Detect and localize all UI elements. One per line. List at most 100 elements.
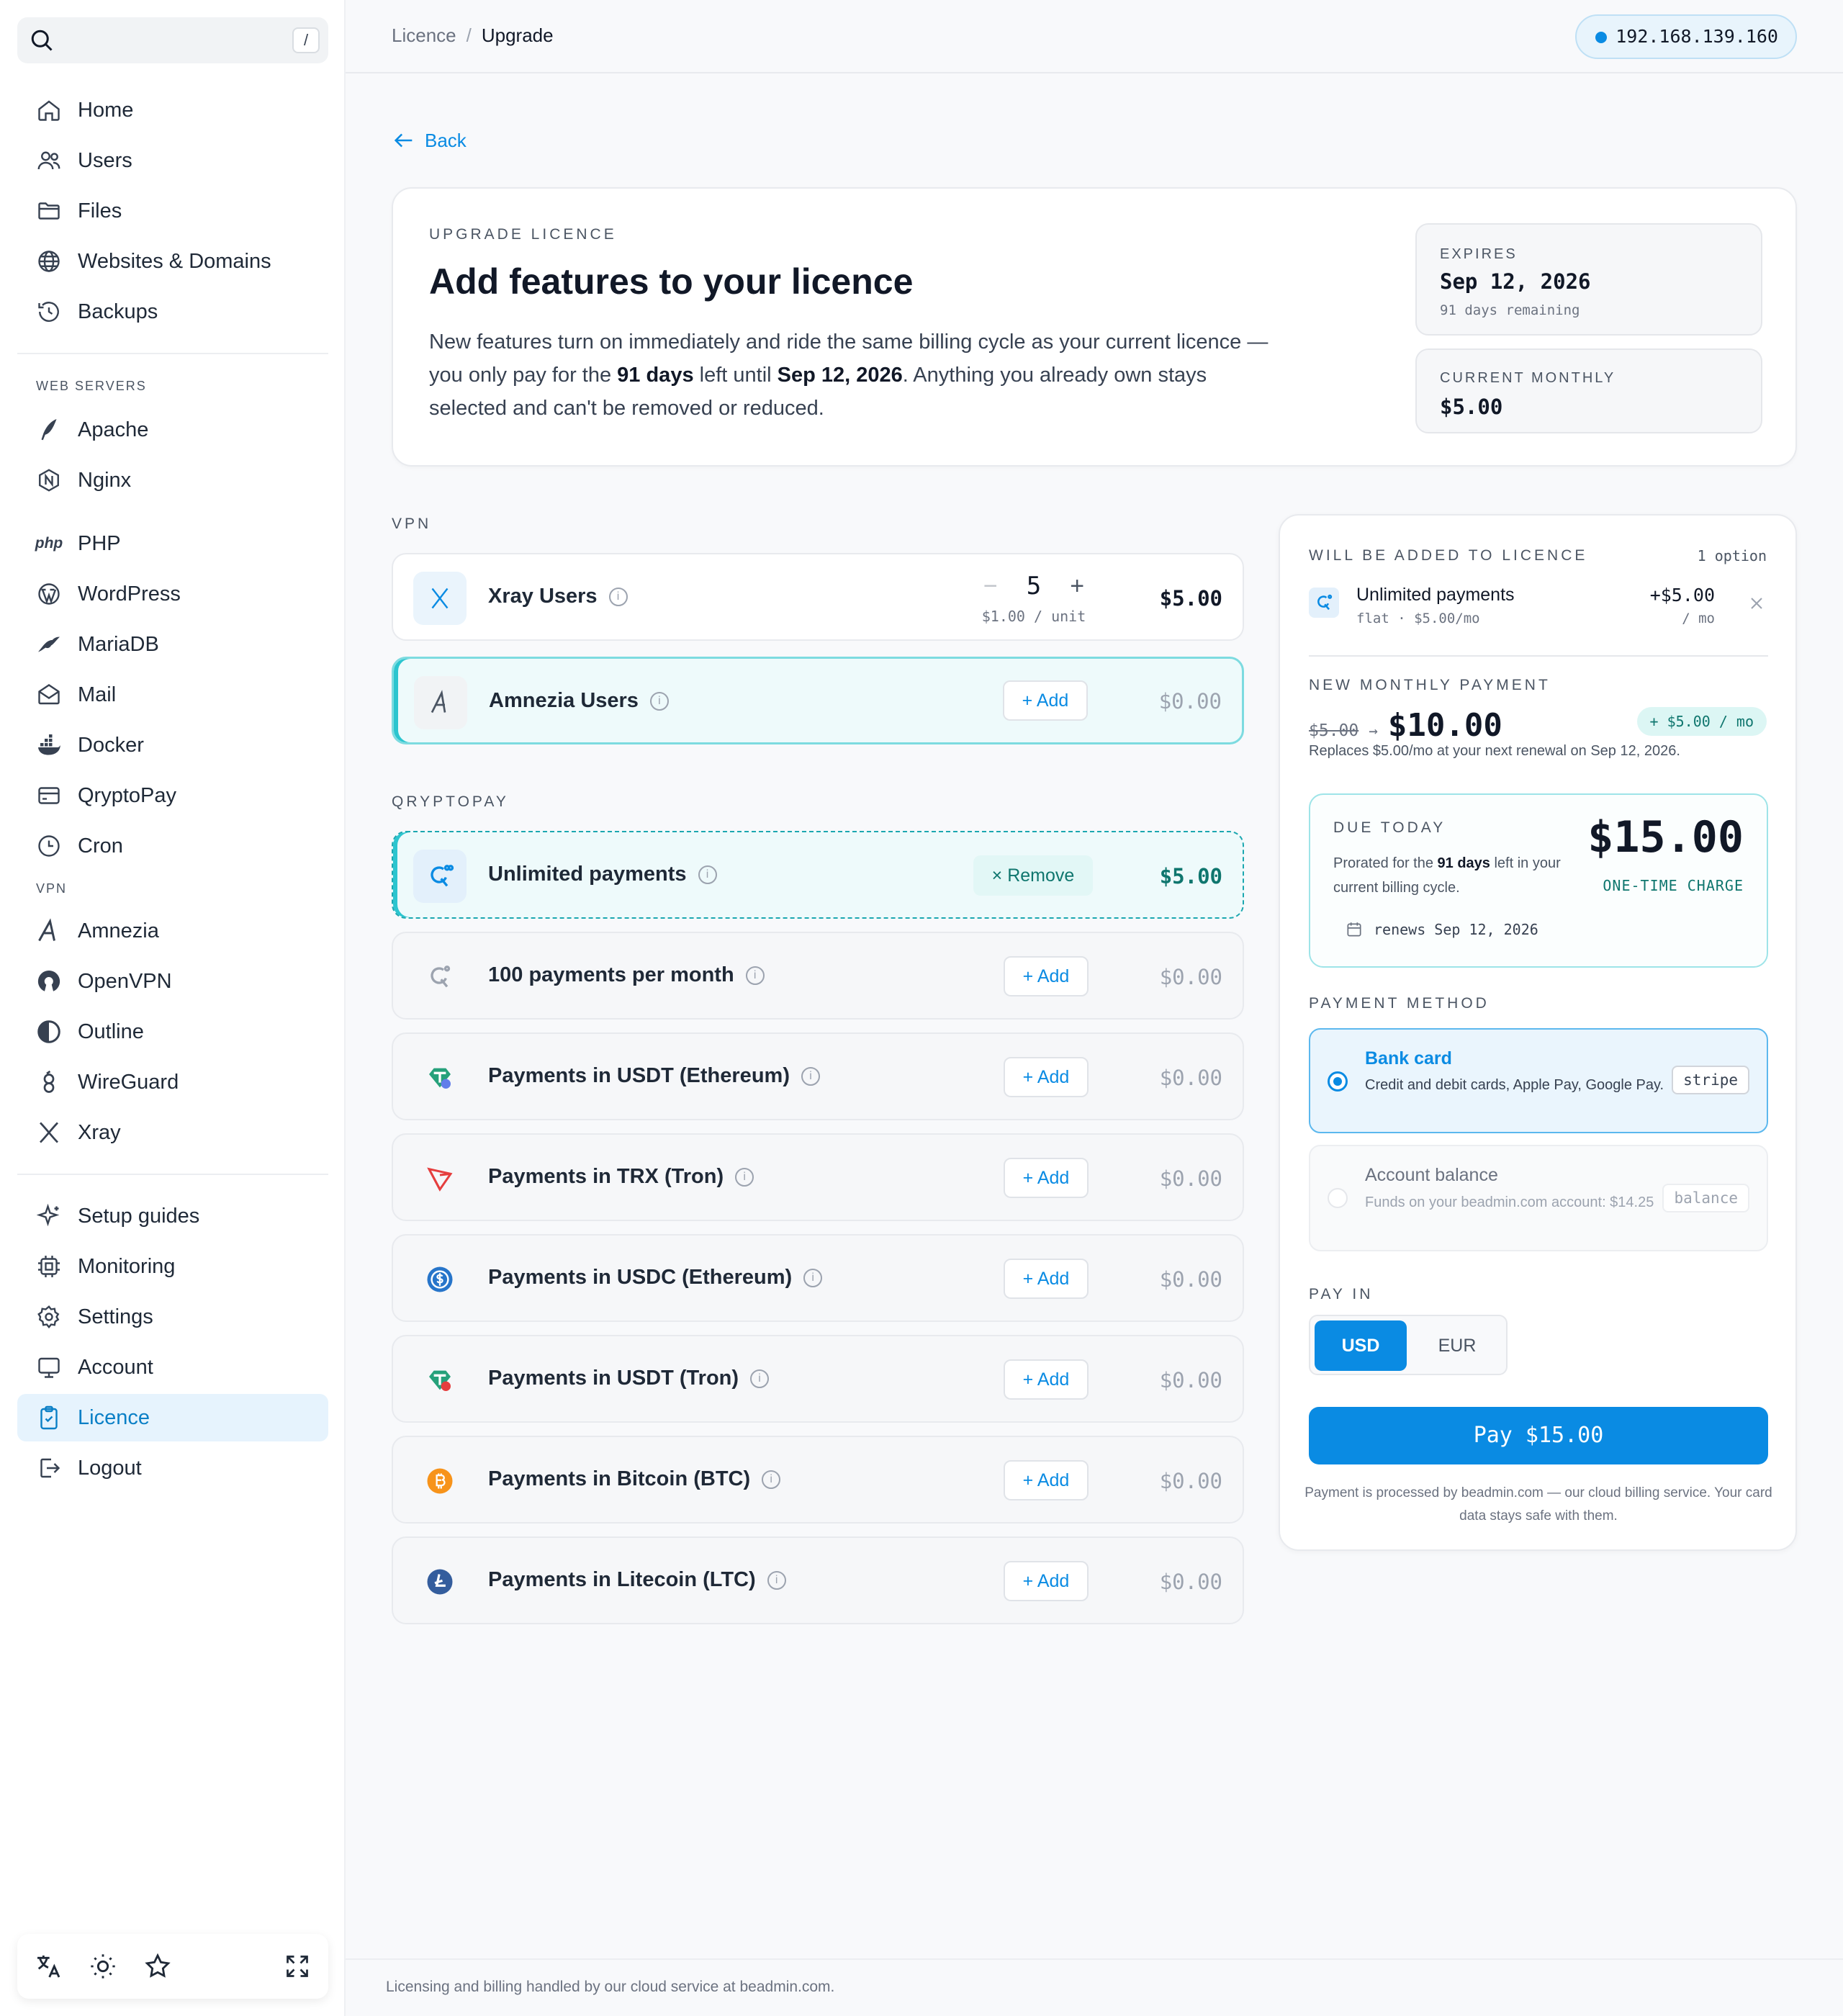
info-icon[interactable]: i — [762, 1470, 781, 1489]
info-icon[interactable]: i — [750, 1369, 770, 1388]
quantity-stepper[interactable]: − 5 + $1.00 / unit — [969, 572, 1099, 625]
sidebar-item-docker[interactable]: Docker — [17, 721, 328, 769]
add-button[interactable]: + Add — [1004, 1259, 1089, 1299]
add-button[interactable]: + Add — [1004, 1561, 1089, 1601]
sidebar-item-setup-guides[interactable]: Setup guides — [17, 1192, 328, 1240]
sidebar-item-files[interactable]: Files — [17, 187, 328, 235]
breadcrumb-licence[interactable]: Licence — [392, 24, 456, 46]
info-icon[interactable]: i — [649, 691, 669, 711]
sidebar-item-amnezia[interactable]: Amnezia — [17, 907, 328, 955]
info-icon[interactable]: i — [698, 865, 717, 884]
sidebar-item-licence[interactable]: Licence — [17, 1394, 328, 1441]
feature-price: $0.00 — [1159, 1267, 1222, 1292]
payment-option-bank-card[interactable]: Bank card Credit and debit cards, Apple … — [1309, 1028, 1768, 1133]
cpu-icon — [35, 1252, 63, 1281]
divider — [1309, 655, 1768, 657]
add-button[interactable]: + Add — [1004, 956, 1089, 996]
info-icon[interactable]: i — [767, 1570, 786, 1590]
sidebar-item-home[interactable]: Home — [17, 86, 328, 134]
sidebar-item-websites[interactable]: Websites & Domains — [17, 238, 328, 285]
add-button[interactable]: + Add — [1004, 1359, 1089, 1400]
feature-price: $0.00 — [1158, 689, 1222, 714]
increment-button[interactable]: + — [1070, 572, 1084, 600]
radio-selected[interactable] — [1328, 1071, 1348, 1092]
renews-row: renews Sep 12, 2026 — [1345, 920, 1538, 939]
sidebar-item-cron[interactable]: Cron — [17, 822, 328, 870]
currency-eur[interactable]: EUR — [1411, 1320, 1503, 1371]
fullscreen-icon[interactable] — [281, 1950, 314, 1983]
remove-button[interactable]: × Remove — [973, 855, 1093, 896]
feature-name: Payments in USDT (Tron) i — [488, 1367, 770, 1390]
sidebar-item-label: Settings — [78, 1305, 153, 1328]
feather-icon — [35, 415, 63, 444]
expires-label: EXPIRES — [1440, 246, 1518, 262]
add-button[interactable]: + Add — [1004, 1057, 1089, 1097]
feature-price: $0.00 — [1159, 1368, 1222, 1392]
new-monthly-row: $5.00 → $10.00 — [1309, 707, 1502, 744]
payment-option-account-balance[interactable]: Account balance Funds on your beadmin.co… — [1309, 1145, 1768, 1251]
sidebar-item-users[interactable]: Users — [17, 137, 328, 184]
close-icon[interactable] — [1747, 593, 1767, 617]
decrement-button[interactable]: − — [983, 572, 998, 600]
globe-icon — [35, 247, 63, 276]
star-icon[interactable] — [141, 1950, 174, 1983]
sidebar-item-php[interactable]: php PHP — [17, 520, 328, 567]
info-icon[interactable]: i — [801, 1066, 820, 1086]
add-button[interactable]: + Add — [1004, 1158, 1089, 1198]
sidebar-item-wordpress[interactable]: WordPress — [17, 570, 328, 618]
sidebar-item-xray[interactable]: Xray — [17, 1109, 328, 1156]
sidebar-item-settings[interactable]: Settings — [17, 1293, 328, 1341]
add-button[interactable]: + Add — [1003, 680, 1088, 721]
info-icon[interactable]: i — [735, 1167, 754, 1187]
pay-button[interactable]: Pay $15.00 — [1309, 1407, 1768, 1464]
back-link[interactable]: Back — [392, 128, 467, 153]
sidebar-item-wireguard[interactable]: WireGuard — [17, 1058, 328, 1106]
sidebar-item-account[interactable]: Account — [17, 1344, 328, 1391]
qryptopay-icon — [413, 850, 467, 903]
current-monthly-value: $5.00 — [1440, 395, 1503, 419]
sidebar-item-apache[interactable]: Apache — [17, 406, 328, 454]
usdc-icon — [413, 1253, 467, 1306]
sidebar-item-outline[interactable]: Outline — [17, 1008, 328, 1056]
sidebar-item-mail[interactable]: Mail — [17, 671, 328, 719]
wordpress-icon — [35, 580, 63, 608]
sidebar-item-label: Home — [78, 98, 134, 122]
feature-price: $0.00 — [1159, 1066, 1222, 1090]
sidebar-item-monitoring[interactable]: Monitoring — [17, 1243, 328, 1290]
info-icon[interactable]: i — [803, 1268, 823, 1287]
info-icon[interactable]: i — [608, 587, 628, 606]
feature-row-unlimited-payments: Unlimited payments i × Remove $5.00 — [392, 831, 1244, 919]
mariadb-icon — [35, 630, 63, 659]
search-input[interactable]: / — [17, 17, 328, 63]
renews-date: renews Sep 12, 2026 — [1374, 921, 1538, 938]
old-monthly: $5.00 — [1309, 721, 1359, 740]
sidebar-item-label: Monitoring — [78, 1254, 176, 1278]
sidebar-item-openvpn[interactable]: OpenVPN — [17, 958, 328, 1005]
add-button[interactable]: + Add — [1004, 1460, 1089, 1500]
sidebar-item-nginx[interactable]: Nginx — [17, 456, 328, 504]
xray-icon — [413, 572, 467, 625]
breadcrumb-upgrade: Upgrade — [481, 24, 554, 46]
translate-icon[interactable] — [32, 1950, 65, 1983]
info-icon[interactable]: i — [745, 966, 765, 985]
currency-usd[interactable]: USD — [1315, 1320, 1407, 1371]
gear-icon — [35, 1302, 63, 1331]
sun-icon[interactable] — [86, 1950, 120, 1983]
feature-name: Payments in TRX (Tron) i — [488, 1165, 754, 1189]
home-icon — [35, 96, 63, 125]
server-ip-badge[interactable]: 192.168.139.160 — [1575, 14, 1797, 59]
feature-price: $5.00 — [1159, 586, 1222, 611]
feature-price: $0.00 — [1159, 1166, 1222, 1191]
sidebar-item-mariadb[interactable]: MariaDB — [17, 621, 328, 668]
sidebar-item-backups[interactable]: Backups — [17, 288, 328, 336]
sidebar-item-label: Account — [78, 1355, 153, 1379]
amnezia-icon — [35, 917, 63, 945]
feature-row-usdt-tron: Payments in USDT (Tron) i + Add $0.00 — [392, 1335, 1244, 1423]
sidebar-item-qryptopay[interactable]: QryptoPay — [17, 772, 328, 819]
pay-in-label: PAY IN — [1309, 1286, 1374, 1302]
radio-unselected[interactable] — [1328, 1188, 1348, 1208]
logout-icon — [35, 1454, 63, 1482]
feature-row-trx-tron: Payments in TRX (Tron) i + Add $0.00 — [392, 1133, 1244, 1221]
sidebar-item-logout[interactable]: Logout — [17, 1444, 328, 1492]
topbar: Licence / Upgrade 192.168.139.160 — [346, 0, 1843, 73]
